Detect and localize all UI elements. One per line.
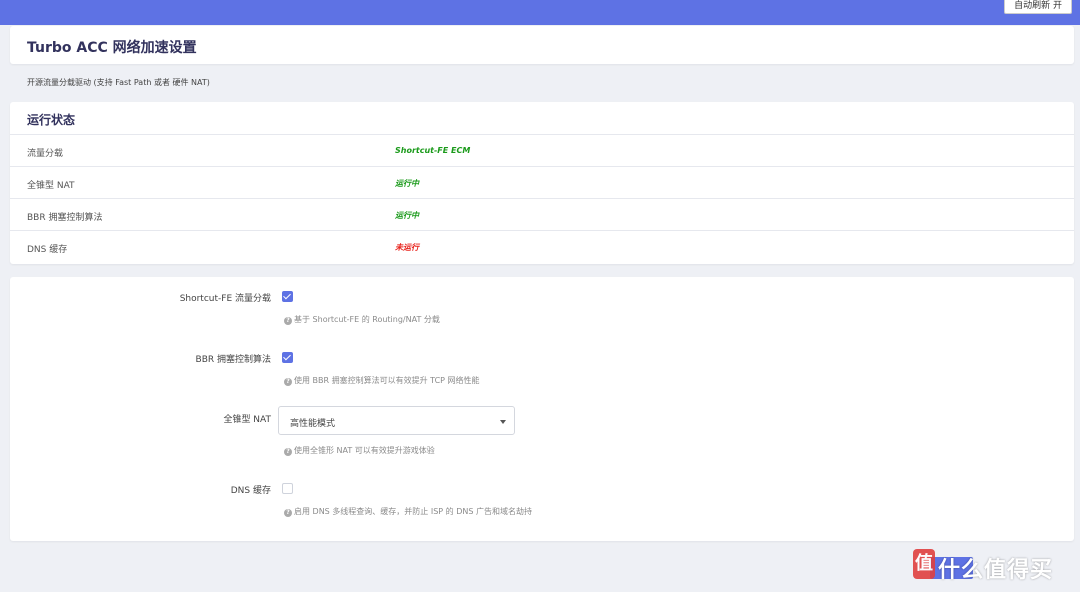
bbr-checkbox[interactable] xyxy=(282,352,293,363)
watermark-logo-icon: 值 xyxy=(913,549,935,579)
sfe-help-text: 基于 Shortcut-FE 的 Routing/NAT 分载 xyxy=(294,315,440,324)
sfe-label: Shortcut-FE 流量分载 xyxy=(179,294,271,304)
page-title-card: Turbo ACC 网络加速设置 xyxy=(10,26,1074,64)
status-value: 运行中 xyxy=(395,179,419,188)
bbr-label: BBR 拥塞控制算法 xyxy=(195,355,271,365)
status-value: Shortcut-FE ECM xyxy=(395,146,471,155)
dns-help-text: 启用 DNS 多线程查询、缓存，并防止 ISP 的 DNS 广告和域名劫持 xyxy=(294,507,532,516)
status-section-title: 运行状态 xyxy=(27,113,76,127)
status-row-offload: 流量分载 Shortcut-FE ECM xyxy=(10,134,1074,166)
page-description: 开源流量分载驱动 (支持 Fast Path 或者 硬件 NAT) xyxy=(27,78,210,87)
status-row-bbr: BBR 拥塞控制算法 运行中 xyxy=(10,198,1074,230)
sfe-help: ? 基于 Shortcut-FE 的 Routing/NAT 分载 xyxy=(284,314,440,325)
status-label: 全锥型 NAT xyxy=(27,181,75,191)
watermark-text: 什么值得买 xyxy=(938,558,1054,583)
dns-help: ? 启用 DNS 多线程查询、缓存，并防止 ISP 的 DNS 广告和域名劫持 xyxy=(284,506,532,517)
help-icon: ? xyxy=(284,448,292,456)
page-title: Turbo ACC 网络加速设置 xyxy=(27,40,197,56)
status-row-fullcone-nat: 全锥型 NAT 运行中 xyxy=(10,166,1074,198)
status-label: BBR 拥塞控制算法 xyxy=(27,213,103,223)
status-section: 运行状态 流量分载 Shortcut-FE ECM 全锥型 NAT 运行中 BB… xyxy=(10,102,1074,264)
settings-section: Shortcut-FE 流量分载 ? 基于 Shortcut-FE 的 Routi… xyxy=(10,277,1074,541)
status-value: 运行中 xyxy=(395,211,419,220)
fullcone-mode-value: 高性能模式 xyxy=(290,419,336,429)
auto-refresh-toggle[interactable]: 自动刷新 开 xyxy=(1004,0,1072,14)
dns-label: DNS 缓存 xyxy=(230,486,271,496)
chevron-down-icon xyxy=(500,420,506,424)
sfe-checkbox[interactable] xyxy=(282,291,293,302)
dns-checkbox[interactable] xyxy=(282,483,293,494)
status-label: 流量分载 xyxy=(27,149,64,159)
top-bar: 自动刷新 开 xyxy=(0,0,1080,25)
help-icon: ? xyxy=(284,378,292,386)
fullcone-help: ? 使用全锥形 NAT 可以有效提升游戏体验 xyxy=(284,445,435,456)
bbr-help: ? 使用 BBR 拥塞控制算法可以有效提升 TCP 网络性能 xyxy=(284,375,480,386)
status-value: 未运行 xyxy=(395,243,419,252)
status-label: DNS 缓存 xyxy=(27,245,68,255)
bbr-help-text: 使用 BBR 拥塞控制算法可以有效提升 TCP 网络性能 xyxy=(294,376,480,385)
fullcone-help-text: 使用全锥形 NAT 可以有效提升游戏体验 xyxy=(294,446,435,455)
fullcone-label: 全锥型 NAT xyxy=(223,415,271,425)
help-icon: ? xyxy=(284,509,292,517)
status-row-dns-cache: DNS 缓存 未运行 xyxy=(10,230,1074,262)
help-icon: ? xyxy=(284,317,292,325)
watermark: 值 什么值得买 xyxy=(913,548,1073,583)
fullcone-mode-select[interactable]: 高性能模式 xyxy=(278,406,515,435)
